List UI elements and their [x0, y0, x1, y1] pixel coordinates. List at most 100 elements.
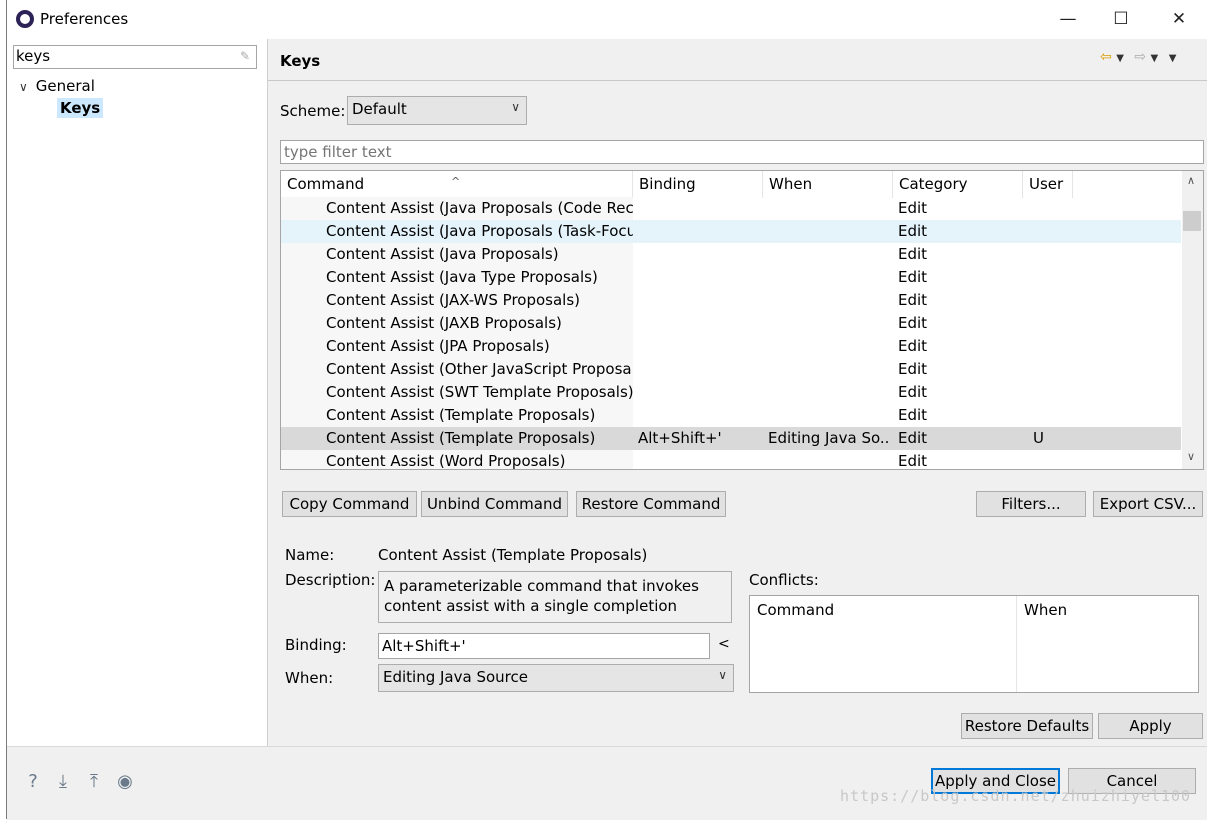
description-value: A parameterizable command that invokes c… [378, 571, 732, 623]
chevron-down-icon[interactable]: ∨ [19, 80, 28, 94]
scheme-select[interactable]: Default ∨ [347, 96, 527, 125]
conflicts-column-command[interactable]: Command [757, 601, 834, 619]
forward-icon[interactable]: ⇨ [1134, 49, 1146, 65]
minimize-button[interactable]: — [1045, 4, 1091, 34]
tree-filter-input[interactable] [16, 47, 228, 65]
conflicts-column-when[interactable]: When [1024, 601, 1067, 619]
filters-button[interactable]: Filters... [976, 491, 1086, 517]
when-select[interactable]: Editing Java Source ∨ [378, 664, 734, 692]
command-cell: Content Assist (Word Proposals) [326, 452, 566, 470]
category-cell: Edit [898, 291, 928, 309]
category-cell: Edit [898, 199, 928, 217]
command-cell: Content Assist (Template Proposals) [326, 429, 596, 447]
view-menu-icon[interactable]: ▼ [1169, 53, 1177, 64]
category-cell: Edit [898, 429, 928, 447]
export-icon[interactable]: ⤒ [84, 772, 104, 792]
category-cell: Edit [898, 452, 928, 470]
key-bindings-table: Command ^ Binding When Category User Con… [280, 170, 1204, 470]
tree-item-general[interactable]: ∨ General [19, 77, 95, 95]
table-row[interactable]: Content Assist (JAX-WS Proposals) Edit [281, 289, 1181, 312]
page-navigation: ⇦ ▼ ⇨ ▼ ▼ [1100, 49, 1176, 65]
tree-item-keys[interactable]: Keys [57, 98, 104, 118]
command-cell: Content Assist (Other JavaScript Proposa… [326, 360, 633, 378]
name-label: Name: [285, 546, 335, 564]
table-row[interactable]: Content Assist (Word Proposals) Edit [281, 450, 1181, 470]
binding-cell: Alt+Shift+' [638, 429, 722, 447]
copy-command-button[interactable]: Copy Command [282, 491, 417, 517]
watermark: https://blog.csdn.net/zhuizhiyel100 [840, 787, 1192, 805]
column-header-command[interactable]: Command ^ [281, 171, 633, 198]
clear-filter-icon[interactable]: ✎ [240, 50, 252, 62]
table-row[interactable]: Content Assist (SWT Template Proposals) … [281, 381, 1181, 404]
table-row[interactable]: Content Assist (Other JavaScript Proposa… [281, 358, 1181, 381]
column-label: Command [287, 175, 365, 193]
scroll-down-icon[interactable]: ∨ [1187, 450, 1195, 463]
when-value: Editing Java Source [383, 668, 528, 686]
column-header-user[interactable]: User [1023, 171, 1073, 198]
chevron-down-icon: ∨ [511, 100, 520, 114]
unbind-command-button[interactable]: Unbind Command [421, 491, 568, 517]
command-cell: Content Assist (JAXB Proposals) [326, 314, 562, 332]
table-row-selected[interactable]: Content Assist (Template Proposals) Alt+… [281, 427, 1181, 450]
description-label: Description: [285, 571, 376, 589]
command-filter-input[interactable] [284, 143, 1184, 161]
category-cell: Edit [898, 314, 928, 332]
table-row[interactable]: Content Assist (JPA Proposals) Edit [281, 335, 1181, 358]
back-icon[interactable]: ⇦ [1100, 49, 1112, 65]
preferences-window: Preferences — ☐ ✕ ✎ ∨ General Keys Keys ⇦… [6, 0, 1207, 820]
table-scrollbar[interactable]: ∧ ∨ [1182, 171, 1203, 469]
user-cell: U [1033, 429, 1044, 447]
binding-label: Binding: [285, 636, 347, 654]
column-header-binding[interactable]: Binding [633, 171, 763, 198]
binding-menu-icon[interactable]: < [718, 636, 730, 652]
table-row[interactable]: Content Assist (Java Proposals (Code Rec… [281, 197, 1181, 220]
eclipse-icon [16, 10, 34, 28]
sort-ascending-icon: ^ [451, 175, 461, 188]
record-icon[interactable]: ◉ [115, 772, 135, 792]
header-divider [268, 80, 1207, 81]
tree-filter-box: ✎ [13, 45, 257, 69]
restore-command-button[interactable]: Restore Command [576, 491, 726, 517]
name-value: Content Assist (Template Proposals) [378, 546, 648, 564]
restore-defaults-button[interactable]: Restore Defaults [961, 713, 1093, 739]
help-icon[interactable]: ? [23, 772, 43, 792]
command-cell: Content Assist (Template Proposals) [326, 406, 596, 424]
tree-item-label: General [35, 77, 95, 95]
back-menu-chevron-icon[interactable]: ▼ [1116, 53, 1124, 64]
when-label: When: [285, 669, 334, 687]
forward-menu-chevron-icon[interactable]: ▼ [1151, 53, 1159, 64]
category-cell: Edit [898, 383, 928, 401]
column-header-category[interactable]: Category [893, 171, 1023, 198]
command-cell: Content Assist (Java Proposals (Task-Foc… [326, 222, 633, 240]
table-row[interactable]: Content Assist (Java Proposals) Edit [281, 243, 1181, 266]
scheme-label: Scheme: [280, 102, 346, 120]
export-csv-button[interactable]: Export CSV... [1093, 491, 1203, 517]
command-cell: Content Assist (SWT Template Proposals) [326, 383, 633, 401]
category-cell: Edit [898, 222, 928, 240]
title-bar: Preferences — ☐ ✕ [7, 0, 1207, 39]
binding-input[interactable] [382, 637, 702, 655]
maximize-button[interactable]: ☐ [1098, 4, 1144, 34]
scheme-value: Default [352, 100, 407, 118]
category-cell: Edit [898, 337, 928, 355]
table-row[interactable]: Content Assist (JAXB Proposals) Edit [281, 312, 1181, 335]
scrollbar-thumb[interactable] [1183, 211, 1201, 231]
command-filter-box [280, 140, 1204, 164]
column-header-when[interactable]: When [763, 171, 893, 198]
dialog-button-bar: ? ⤓ ⤒ ◉ Apply and Close Cancel [7, 746, 1207, 820]
command-cell: Content Assist (JAX-WS Proposals) [326, 291, 581, 309]
table-header: Command ^ Binding When Category User [281, 171, 1181, 198]
page-title: Keys [280, 52, 321, 70]
conflicts-label: Conflicts: [749, 571, 819, 589]
chevron-down-icon: ∨ [718, 668, 727, 682]
close-button[interactable]: ✕ [1156, 4, 1202, 34]
table-row[interactable]: Content Assist (Java Proposals (Task-Foc… [281, 220, 1181, 243]
command-cell: Content Assist (Java Type Proposals) [326, 268, 598, 286]
apply-button[interactable]: Apply [1098, 713, 1203, 739]
command-cell: Content Assist (Java Proposals (Code Rec… [326, 199, 633, 217]
table-row[interactable]: Content Assist (Template Proposals) Edit [281, 404, 1181, 427]
category-cell: Edit [898, 245, 928, 263]
scroll-up-icon[interactable]: ∧ [1187, 174, 1195, 187]
import-icon[interactable]: ⤓ [53, 772, 73, 792]
table-row[interactable]: Content Assist (Java Type Proposals) Edi… [281, 266, 1181, 289]
